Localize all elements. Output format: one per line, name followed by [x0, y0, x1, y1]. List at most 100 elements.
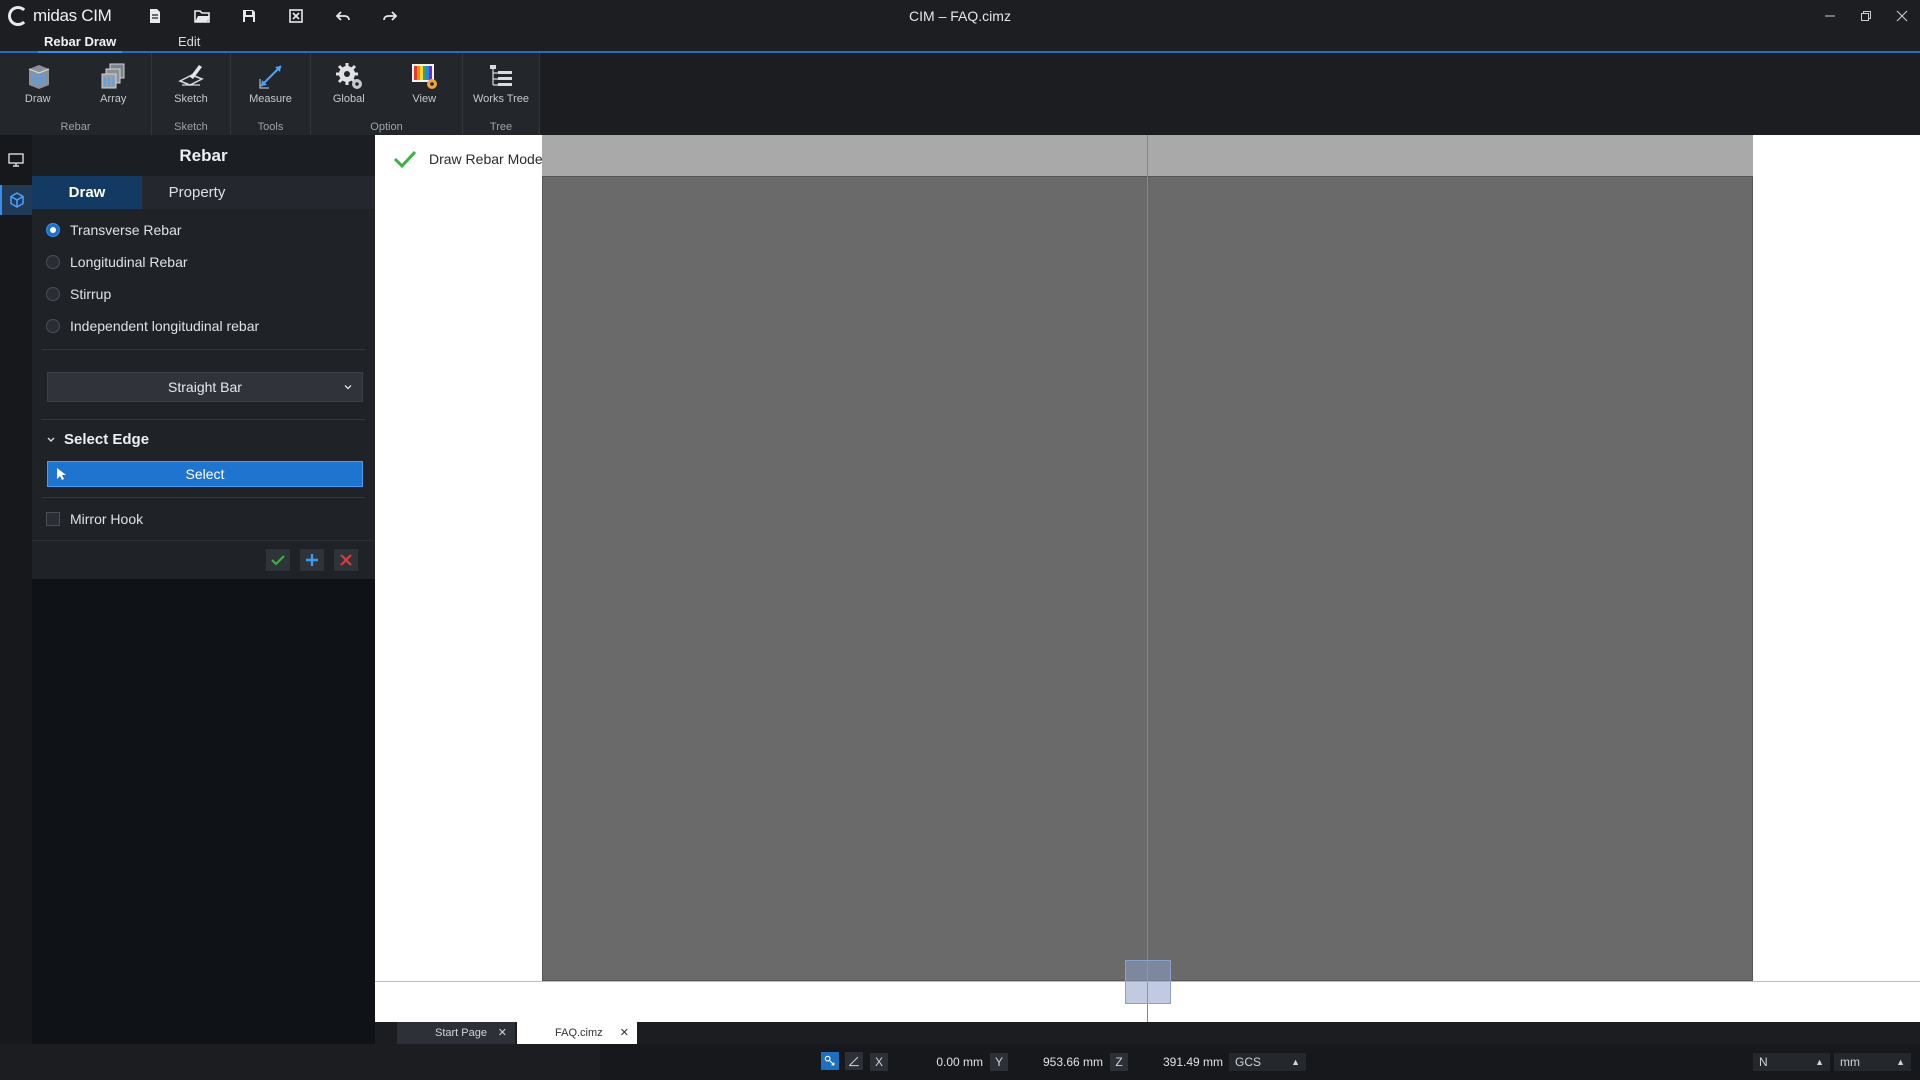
- angle-icon: [848, 1056, 859, 1067]
- view-button-label: View: [412, 93, 437, 105]
- draw-button[interactable]: Draw: [0, 53, 76, 113]
- mode-indicator: Draw Rebar Mode: [393, 149, 543, 169]
- app-window: midas CIM CIM – FAQ.cimz Rebar Draw Edit…: [0, 0, 1920, 1080]
- array-button[interactable]: Array: [76, 53, 152, 113]
- radio-stirrup[interactable]: Stirrup: [46, 284, 111, 304]
- monitor-icon: [8, 153, 24, 167]
- view-button[interactable]: View: [387, 53, 463, 113]
- works-tree-button[interactable]: Works Tree: [463, 53, 539, 113]
- shape-dropdown[interactable]: Straight Bar: [47, 372, 363, 402]
- mode-text: Draw Rebar Mode: [429, 151, 543, 167]
- minimize-icon: [1825, 15, 1835, 16]
- panel-tabs: Draw Property: [32, 176, 375, 209]
- view-palette-icon: [412, 64, 438, 89]
- ribbon-panel: Draw Array Rebar Sketch Sketch Measure T…: [0, 53, 540, 135]
- z-coordinate[interactable]: 391.49 mm: [1130, 1053, 1223, 1071]
- global-button-label: Global: [332, 93, 365, 105]
- close-file-icon: [289, 8, 303, 23]
- close-tab-icon[interactable]: ✕: [620, 1022, 629, 1044]
- open-file-button[interactable]: [179, 0, 226, 31]
- divider: [42, 497, 365, 498]
- rail-model-button[interactable]: [0, 185, 32, 215]
- cancel-button[interactable]: [334, 549, 358, 571]
- ribbon-group-sketch-label: Sketch: [174, 121, 208, 133]
- measure-button[interactable]: Measure: [233, 53, 309, 113]
- global-button[interactable]: Global: [311, 53, 387, 113]
- close-tab-icon[interactable]: ✕: [498, 1022, 507, 1044]
- x-coordinate[interactable]: 0.00 mm: [890, 1053, 983, 1071]
- coord-system-value: GCS: [1235, 1055, 1262, 1069]
- close-icon: [1896, 10, 1908, 21]
- new-file-button[interactable]: [132, 0, 179, 31]
- works-tree-button-label: Works Tree: [472, 93, 530, 105]
- caret-up-icon: ▲: [1896, 1057, 1905, 1067]
- model-viewport[interactable]: Draw Rebar Mode: [375, 135, 1920, 1022]
- vertical-axis-line: [1147, 135, 1148, 1022]
- redo-button[interactable]: [367, 0, 414, 31]
- plus-icon: [306, 554, 318, 566]
- doc-tab-label: FAQ.cimz: [555, 1027, 603, 1039]
- draw-button-label: Draw: [24, 93, 51, 105]
- undo-icon: [335, 10, 350, 21]
- save-icon: [243, 9, 256, 22]
- panel-action-bar: [32, 540, 375, 576]
- radio-label: Independent longitudinal rebar: [70, 318, 260, 334]
- divider: [42, 349, 365, 350]
- radio-longitudinal-rebar[interactable]: Longitudinal Rebar: [46, 252, 188, 272]
- save-button[interactable]: [226, 0, 273, 31]
- left-rail: [0, 135, 32, 1045]
- section-title: Select Edge: [64, 431, 150, 448]
- select-edge-section-header[interactable]: Select Edge: [46, 431, 149, 448]
- force-unit-select[interactable]: N ▲: [1753, 1053, 1830, 1071]
- ortho-toggle[interactable]: [845, 1052, 863, 1070]
- x-icon: [340, 554, 352, 566]
- mirror-hook-label: Mirror Hook: [70, 511, 144, 527]
- select-edge-button[interactable]: Select: [47, 461, 363, 487]
- ribbon-empty-area: [540, 53, 1920, 135]
- radio-independent-longitudinal-rebar[interactable]: Independent longitudinal rebar: [46, 316, 259, 336]
- ribbon-group-rebar: Draw Array Rebar: [0, 53, 152, 135]
- close-file-button[interactable]: [273, 0, 320, 31]
- draw-tab-body: Transverse Rebar Longitudinal Rebar Stir…: [32, 209, 375, 579]
- doc-tab-start-page[interactable]: Start Page ✕: [397, 1022, 515, 1044]
- add-button[interactable]: [300, 549, 324, 571]
- coord-system-select[interactable]: GCS ▲: [1229, 1053, 1306, 1071]
- panel-title: Rebar: [32, 135, 375, 176]
- origin-marker[interactable]: [1125, 960, 1171, 1004]
- ribbon-group-tree: Works Tree Tree: [463, 53, 540, 135]
- document-tab-bar: Start Page ✕ FAQ.cimz ✕: [375, 1022, 1920, 1044]
- snap-icon: [824, 1055, 835, 1066]
- radio-label: Stirrup: [70, 286, 112, 302]
- ribbon-group-tools: Measure Tools: [231, 53, 311, 135]
- snap-toggle[interactable]: [821, 1052, 839, 1070]
- tab-property[interactable]: Property: [142, 176, 252, 209]
- y-label: Y: [990, 1053, 1008, 1071]
- sketch-button[interactable]: Sketch: [153, 53, 229, 113]
- restore-button[interactable]: [1848, 0, 1884, 31]
- close-window-button[interactable]: [1884, 0, 1920, 31]
- x-label: X: [870, 1053, 888, 1071]
- radio-transverse-rebar[interactable]: Transverse Rebar: [46, 220, 182, 240]
- mirror-hook-checkbox[interactable]: Mirror Hook: [46, 511, 143, 527]
- caret-up-icon: ▲: [1815, 1057, 1824, 1067]
- apply-button[interactable]: [266, 549, 290, 571]
- tab-rebar-draw[interactable]: Rebar Draw: [37, 31, 123, 53]
- tab-edit[interactable]: Edit: [178, 31, 200, 53]
- draw-rebar-icon: [28, 65, 49, 89]
- length-unit-select[interactable]: mm ▲: [1834, 1053, 1911, 1071]
- tab-draw[interactable]: Draw: [32, 176, 142, 209]
- check-icon: [393, 150, 417, 169]
- ribbon-group-tree-label: Tree: [489, 121, 513, 133]
- radio-selected-icon: [46, 223, 60, 237]
- doc-tab-faq[interactable]: FAQ.cimz ✕: [517, 1022, 637, 1044]
- minimize-button[interactable]: [1812, 0, 1848, 31]
- ribbon-group-sketch: Sketch Sketch: [152, 53, 231, 135]
- y-coordinate[interactable]: 953.66 mm: [1010, 1053, 1103, 1071]
- undo-button[interactable]: [320, 0, 367, 31]
- array-icon: [101, 63, 125, 89]
- sketch-button-label: Sketch: [174, 93, 208, 105]
- ribbon-group-option: Global View Option: [311, 53, 463, 135]
- check-icon: [271, 555, 285, 566]
- rail-display-button[interactable]: [0, 145, 32, 175]
- doc-tab-label: Start Page: [435, 1027, 487, 1039]
